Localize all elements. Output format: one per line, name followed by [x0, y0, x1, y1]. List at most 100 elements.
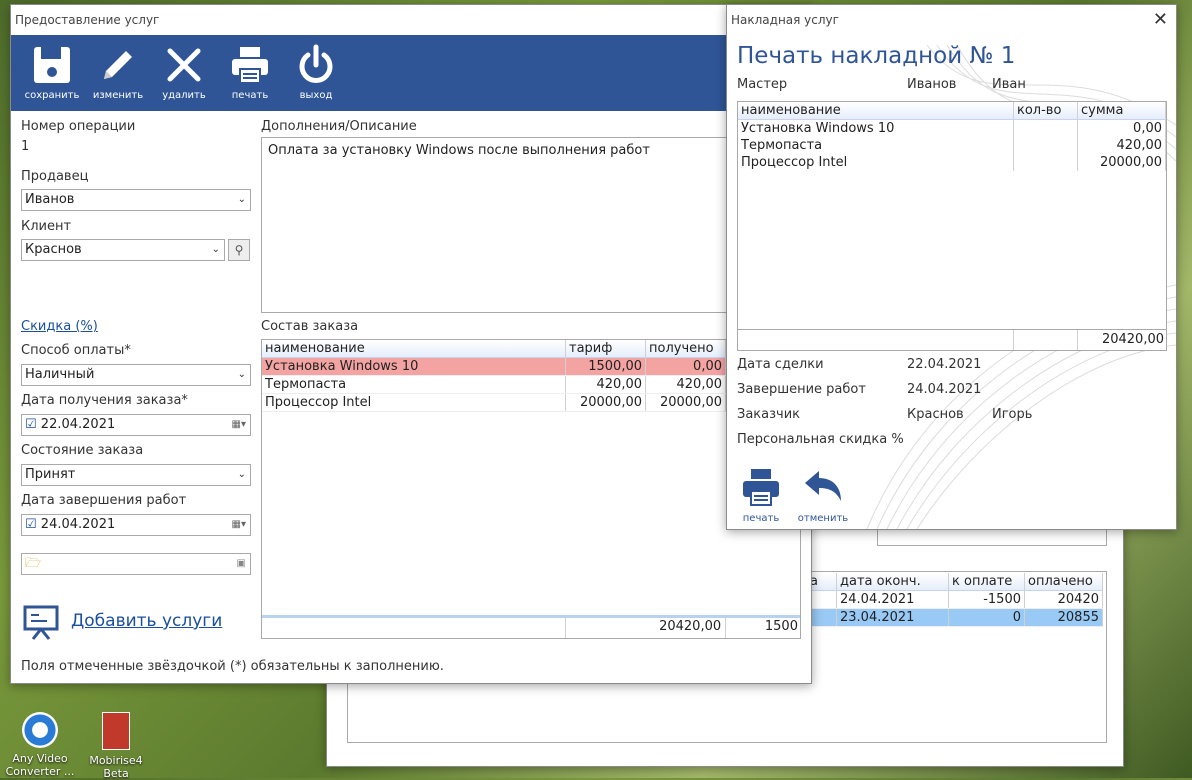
customer-first-name: Игорь	[992, 407, 1033, 422]
client-value: Краснов	[25, 242, 82, 257]
payment-label: Способ оплаты*	[21, 343, 131, 358]
deal-date-label: Дата сделки	[737, 357, 824, 372]
cell: 1500,00	[566, 358, 646, 375]
column-header-name[interactable]: наименование	[738, 102, 1014, 119]
cell: 420,00	[1078, 137, 1166, 154]
cell: 20855	[1025, 609, 1103, 626]
exit-button[interactable]: выход	[283, 35, 349, 111]
description-text: Оплата за установку Windows после выполн…	[268, 143, 650, 158]
chevron-down-icon[interactable]: ⌄	[212, 240, 220, 260]
table-row[interactable]: Термопаста 420,00 420,00	[262, 376, 800, 394]
column-header-qty[interactable]: кол-во	[1014, 102, 1078, 119]
payment-select[interactable]: Наличный ⌄	[21, 364, 251, 386]
chevron-down-icon[interactable]: ⌄	[238, 465, 246, 485]
save-icon	[34, 47, 70, 83]
save-button[interactable]: сохранить	[19, 35, 85, 111]
delete-button[interactable]: удалить	[151, 35, 217, 111]
chevron-down-icon[interactable]: ⌄	[238, 190, 246, 210]
desktop-icon-label: Converter ...	[5, 765, 75, 778]
column-header[interactable]: к оплате	[949, 573, 1025, 590]
order-date-label: Дата получения заказа*	[21, 393, 188, 408]
column-header[interactable]: оплачено	[1025, 573, 1103, 590]
cell	[1014, 120, 1078, 137]
column-header[interactable]: дата оконч.	[837, 573, 949, 590]
save-label: сохранить	[24, 90, 80, 101]
file-attachment-field[interactable]: 🗁 ▣	[21, 553, 251, 575]
customer-label: Заказчик	[737, 407, 801, 422]
add-services-label: Добавить услуги	[71, 611, 223, 631]
master-first-name: Иван	[992, 77, 1026, 92]
invoice-print-label: печать	[742, 513, 780, 524]
table-row[interactable]: Процессор Intel 20000,00 20000,00	[262, 394, 800, 412]
mobirise-icon	[102, 712, 130, 750]
client-search-button[interactable]: ⚲	[228, 239, 250, 261]
state-select[interactable]: Принят ⌄	[21, 464, 251, 486]
close-icon: ✕	[1152, 9, 1168, 30]
column-header-sum[interactable]: сумма	[1078, 102, 1166, 119]
column-header-received[interactable]: получено	[646, 340, 726, 357]
table-row[interactable]: Процессор Intel 20000,00	[738, 154, 1166, 171]
seller-label: Продавец	[21, 169, 89, 184]
calendar-icon[interactable]: ▦▾	[232, 415, 246, 435]
finish-date-value: 24.04.2021	[40, 517, 116, 532]
seller-select[interactable]: Иванов ⌄	[21, 189, 251, 211]
power-icon	[299, 44, 333, 83]
master-last-name: Иванов	[907, 77, 957, 92]
invoice-window: Накладная услуг ✕ Печать накладной № 1 М…	[726, 4, 1177, 530]
order-grid[interactable]: наименование тариф получено Установка Wi…	[261, 339, 801, 639]
add-services-button[interactable]: Добавить услуги	[21, 601, 241, 641]
save-file-icon[interactable]: ▣	[237, 554, 246, 574]
invoice-total: 20420,00	[1101, 332, 1164, 347]
close-button[interactable]: ✕	[1153, 9, 1168, 30]
order-date-picker[interactable]: ☑ 22.04.2021 ▦▾	[21, 414, 251, 436]
cell: 0,00	[1078, 120, 1166, 137]
checkbox-icon[interactable]: ☑	[25, 417, 37, 432]
edit-button[interactable]: изменить	[85, 35, 151, 111]
total-received: 1500	[764, 619, 798, 634]
cell: 420,00	[566, 376, 646, 393]
desktop-icon-mobirise[interactable]: Mobirise4 Beta	[80, 712, 152, 780]
print-label: печать	[231, 90, 269, 101]
finish-date-value: 24.04.2021	[907, 382, 982, 397]
presentation-board-icon	[23, 605, 59, 640]
cell: Процессор Intel	[738, 154, 1014, 171]
op-number-label: Номер операции	[21, 119, 136, 134]
finish-date-picker[interactable]: ☑ 24.04.2021 ▦▾	[21, 514, 251, 536]
calendar-icon[interactable]: ▦▾	[232, 515, 246, 535]
table-row[interactable]: Термопаста 420,00	[738, 137, 1166, 154]
pencil-icon	[104, 51, 132, 79]
desktop-icon-any-video-converter[interactable]: Any Video Converter ...	[4, 712, 76, 778]
customer-last-name: Краснов	[907, 407, 964, 422]
cell: Термопаста	[262, 376, 566, 393]
cell: Установка Windows 10	[738, 120, 1014, 137]
invoice-cancel-button[interactable]: отменить	[795, 465, 851, 525]
cell: 0,00	[646, 358, 726, 375]
column-header-tariff[interactable]: тариф	[566, 340, 646, 357]
cell	[1014, 137, 1078, 154]
print-button[interactable]: печать	[217, 35, 283, 111]
description-label: Дополнения/Описание	[261, 119, 417, 134]
table-row-selected[interactable]: Установка Windows 10 1500,00 0,00	[262, 358, 800, 376]
invoice-print-button[interactable]: печать	[735, 465, 787, 525]
cell: 20000,00	[646, 394, 726, 411]
search-icon: ⚲	[234, 243, 244, 257]
checkbox-icon[interactable]: ☑	[25, 517, 37, 532]
master-label: Мастер	[737, 77, 788, 92]
column-header-name[interactable]: наименование	[262, 340, 566, 357]
cell: Процессор Intel	[262, 394, 566, 411]
exit-label: выход	[299, 90, 333, 101]
cell	[1014, 154, 1078, 171]
folder-icon[interactable]: 🗁	[25, 556, 41, 571]
order-label: Состав заказа	[261, 319, 359, 334]
table-row-selected[interactable]: 23.04.2021 0 20855	[807, 609, 1103, 627]
discount-link[interactable]: Скидка (%)	[21, 319, 98, 334]
description-textarea[interactable]: Оплата за установку Windows после выполн…	[261, 137, 799, 313]
invoice-grid[interactable]: наименование кол-во сумма Установка Wind…	[737, 101, 1167, 351]
chevron-down-icon[interactable]: ⌄	[238, 365, 246, 385]
grid-header: наименование кол-во сумма	[738, 102, 1166, 120]
printer-icon	[232, 47, 268, 84]
table-row[interactable]: Установка Windows 10 0,00	[738, 120, 1166, 137]
table-row[interactable]: 24.04.2021 -1500 20420	[807, 591, 1103, 609]
client-select[interactable]: Краснов ⌄	[21, 239, 225, 261]
grid-footer: 20420,00	[738, 329, 1166, 350]
